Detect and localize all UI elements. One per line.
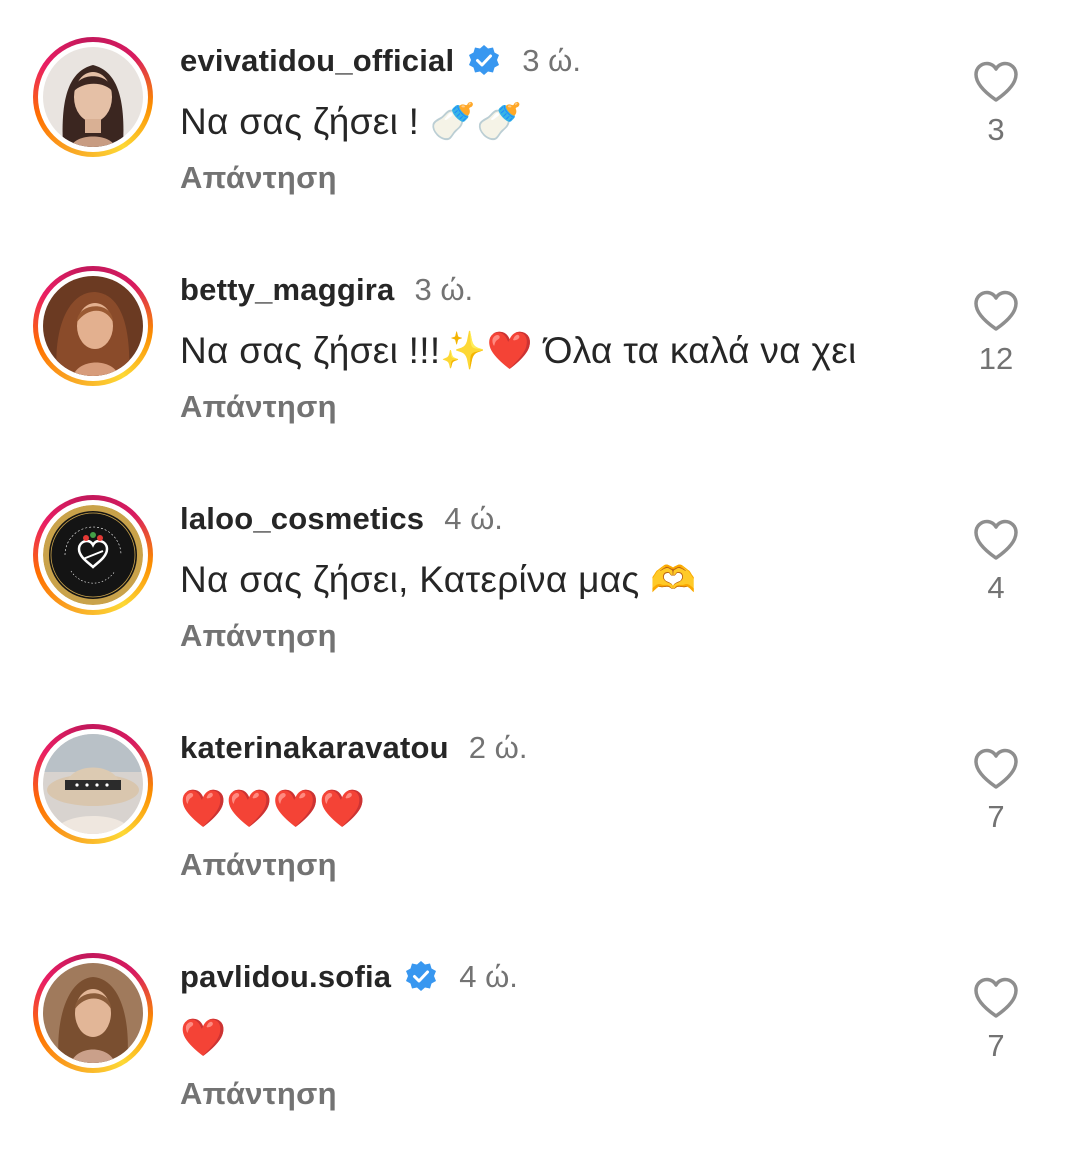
like-count: 12 xyxy=(978,341,1014,376)
like-count: 3 xyxy=(987,112,1005,147)
like-count: 4 xyxy=(987,570,1005,605)
comment-text: Να σας ζήσει ! 🍼🍼 xyxy=(180,101,523,142)
username[interactable]: pavlidou.sofia xyxy=(180,959,391,995)
reply-button[interactable]: Απάντηση xyxy=(180,847,337,883)
username[interactable]: laloo_cosmetics xyxy=(180,501,424,537)
heart-outline-icon[interactable] xyxy=(972,60,1020,104)
heart-outline-icon[interactable] xyxy=(972,518,1020,562)
comment-time: 4 ώ. xyxy=(459,959,518,994)
username[interactable]: betty_maggira xyxy=(180,272,395,308)
avatar[interactable] xyxy=(33,953,153,1073)
comment-time: 3 ώ. xyxy=(414,272,474,307)
laloo-logo xyxy=(43,505,143,605)
reply-button[interactable]: Απάντηση xyxy=(180,1076,337,1112)
like-count: 7 xyxy=(987,799,1005,834)
reply-button[interactable]: Απάντηση xyxy=(180,160,337,196)
username[interactable]: evivatidou_official xyxy=(180,43,454,79)
comment-time: 4 ώ. xyxy=(444,501,503,536)
verified-badge-icon xyxy=(466,43,502,79)
username[interactable]: katerinakaravatou xyxy=(180,730,449,766)
avatar[interactable] xyxy=(33,724,153,844)
comment-item: evivatidou_official 3 ώ. Να σας ζήσει ! … xyxy=(0,0,1080,229)
comment-time: 2 ώ. xyxy=(468,730,528,765)
avatar[interactable] xyxy=(33,266,153,386)
heart-outline-icon[interactable] xyxy=(972,976,1020,1020)
heart-outline-icon[interactable] xyxy=(972,747,1020,791)
comment-item: laloo_cosmetics 4 ώ. Να σας ζήσει, Κατερ… xyxy=(0,458,1080,687)
comment-item: betty_maggira 3 ώ. Να σας ζήσει !!!✨❤️ Ό… xyxy=(0,229,1080,458)
comment-text: ❤️ xyxy=(180,1017,227,1058)
comment-text: ❤️❤️❤️❤️ xyxy=(180,788,366,829)
comment-text: Να σας ζήσει !!!✨❤️ Όλα τα καλά να χει xyxy=(180,330,857,371)
comment-text: Να σας ζήσει, Κατερίνα μας 🫶 xyxy=(180,559,697,600)
reply-button[interactable]: Απάντηση xyxy=(180,389,337,425)
like-count: 7 xyxy=(987,1028,1005,1063)
verified-badge-icon xyxy=(403,959,439,995)
heart-outline-icon[interactable] xyxy=(972,289,1020,333)
comment-time: 3 ώ. xyxy=(522,43,581,78)
comment-item: pavlidou.sofia 4 ώ. ❤️ Απάντηση 7 xyxy=(0,916,1080,1145)
avatar[interactable] xyxy=(33,495,153,615)
reply-button[interactable]: Απάντηση xyxy=(180,618,337,654)
comment-item: katerinakaravatou 2 ώ. ❤️❤️❤️❤️ Απάντηση… xyxy=(0,687,1080,916)
avatar[interactable] xyxy=(33,37,153,157)
